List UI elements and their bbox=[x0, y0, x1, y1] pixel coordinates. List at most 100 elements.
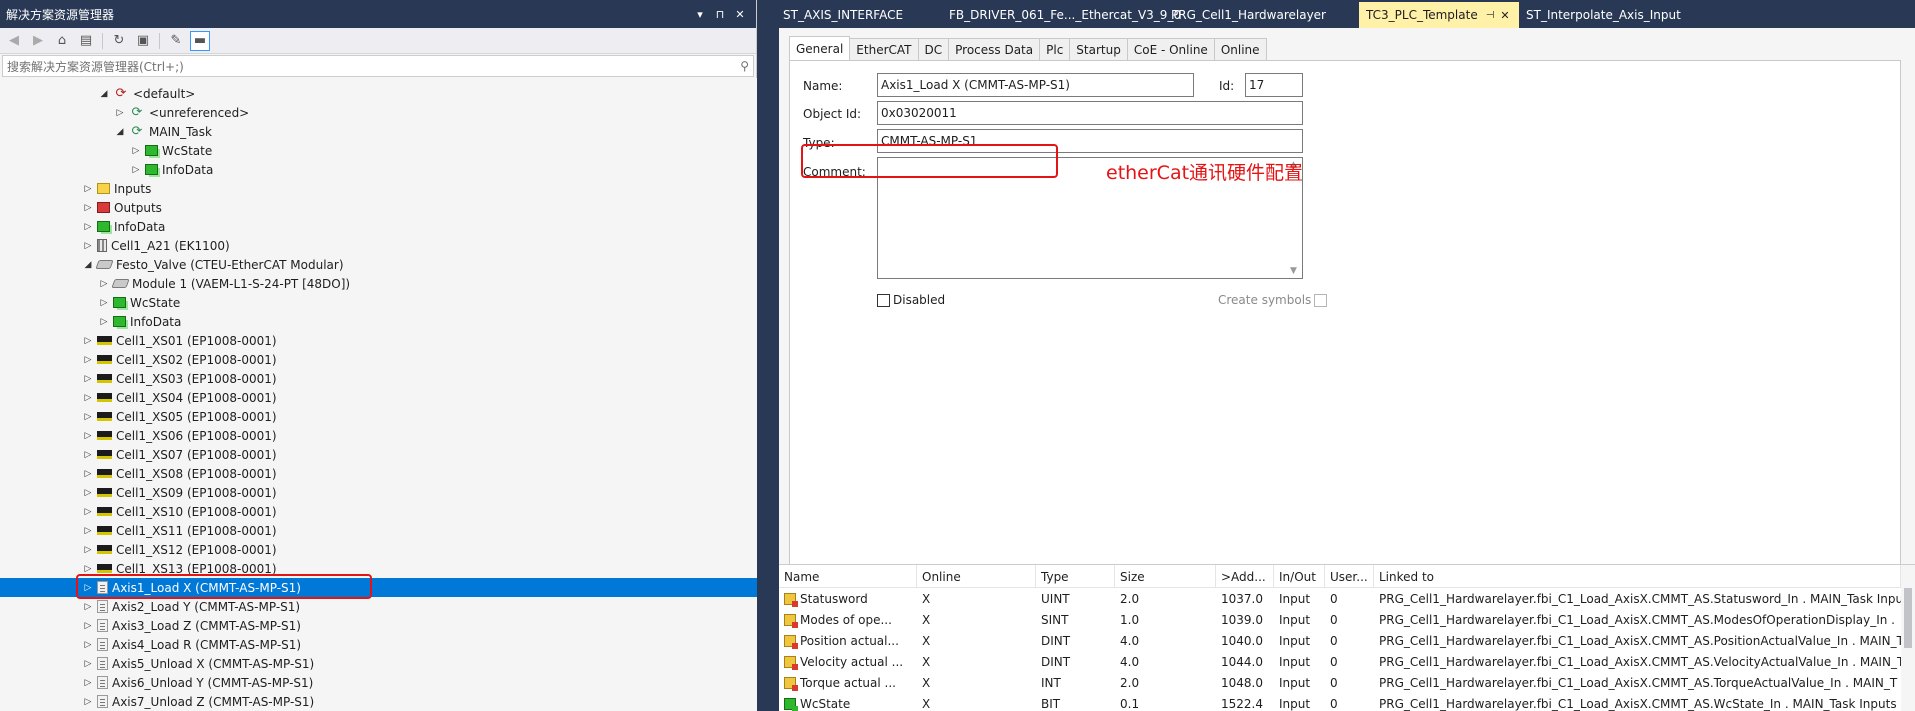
expand-arrow-icon[interactable]: ▷ bbox=[81, 336, 95, 346]
search-icon[interactable]: ⚲ bbox=[740, 59, 749, 73]
expand-arrow-icon[interactable]: ▷ bbox=[81, 241, 95, 251]
tree-item[interactable]: ▷ Outputs bbox=[81, 198, 162, 217]
expand-arrow-icon[interactable]: ▷ bbox=[97, 298, 111, 308]
tree-item[interactable]: ▷ Axis1_Load X (CMMT-AS-MP-S1) bbox=[0, 578, 757, 597]
tree-item[interactable]: ▷ Cell1_XS06 (EP1008-0001) bbox=[81, 426, 277, 445]
grid-column-header[interactable]: User... bbox=[1325, 565, 1374, 588]
solution-search-box[interactable]: 搜索解决方案资源管理器(Ctrl+;) ⚲ bbox=[2, 55, 754, 77]
tree-item[interactable]: ▷ Axis5_Unload X (CMMT-AS-MP-S1) bbox=[81, 654, 315, 673]
document-tab[interactable]: ST_AXIS_INTERFACE bbox=[776, 2, 942, 28]
expand-arrow-icon[interactable]: ▷ bbox=[81, 355, 95, 365]
tree-item[interactable]: ▷ Axis2_Load Y (CMMT-AS-MP-S1) bbox=[81, 597, 301, 616]
expand-arrow-icon[interactable]: ▷ bbox=[81, 393, 95, 403]
expand-arrow-icon[interactable]: ▷ bbox=[129, 146, 143, 156]
grid-column-header[interactable]: Size bbox=[1115, 565, 1216, 588]
scrollbar-thumb[interactable] bbox=[1904, 588, 1912, 648]
tree-item[interactable]: ▷ InfoData bbox=[129, 160, 214, 179]
close-icon[interactable]: ✕ bbox=[730, 8, 750, 21]
tree-item[interactable]: ▷ Axis7_Unload Z (CMMT-AS-MP-S1) bbox=[81, 692, 315, 711]
back-icon[interactable]: ◀ bbox=[4, 31, 24, 51]
object-id-field[interactable]: 0x03020011 bbox=[877, 101, 1303, 125]
document-tab[interactable]: TC3_PLC_Template ⊣ ✕ bbox=[1359, 2, 1519, 28]
collapse-arrow-icon[interactable]: ◢ bbox=[97, 89, 111, 99]
expand-arrow-icon[interactable]: ▷ bbox=[81, 526, 95, 536]
expand-arrow-icon[interactable]: ▷ bbox=[81, 583, 95, 593]
collapse-arrow-icon[interactable]: ◢ bbox=[113, 127, 127, 137]
expand-arrow-icon[interactable]: ▷ bbox=[81, 450, 95, 460]
grid-row[interactable]: Torque actual ... X INT 2.0 1048.0 Input 0 PRG_… bbox=[779, 672, 1915, 693]
grid-column-header[interactable]: Type bbox=[1036, 565, 1115, 588]
tree-item[interactable]: ▷ WcState bbox=[97, 293, 181, 312]
tree-item[interactable]: ▷ Module 1 (VAEM-L1-S-24-PT [48DO]) bbox=[97, 274, 351, 293]
expand-arrow-icon[interactable]: ▷ bbox=[81, 184, 95, 194]
property-tab[interactable]: Process Data bbox=[948, 38, 1041, 60]
tree-item[interactable]: ▷ ⟳ <unreferenced> bbox=[113, 103, 250, 122]
tree-item[interactable]: ▷ Cell1_XS08 (EP1008-0001) bbox=[81, 464, 277, 483]
grid-row[interactable]: WcState X BIT 0.1 1522.4 Input 0 PRG_Cell1_Hard… bbox=[779, 693, 1915, 711]
expand-arrow-icon[interactable]: ▷ bbox=[81, 374, 95, 384]
grid-row[interactable]: Position actual... X DINT 4.0 1040.0 Input 0 PR… bbox=[779, 630, 1915, 651]
pending-changes-icon[interactable]: ↻ bbox=[109, 31, 129, 51]
type-field[interactable]: CMMT-AS-MP-S1 bbox=[877, 129, 1303, 153]
checkbox-box[interactable] bbox=[877, 293, 890, 307]
expand-arrow-icon[interactable]: ▷ bbox=[81, 488, 95, 498]
tree-item[interactable]: ▷ Inputs bbox=[81, 179, 152, 198]
grid-column-header[interactable]: Linked to bbox=[1374, 565, 1901, 588]
scroll-down-icon[interactable]: ▼ bbox=[1290, 266, 1297, 276]
pin-icon[interactable]: ⊓ bbox=[710, 8, 730, 21]
expand-arrow-icon[interactable]: ▷ bbox=[81, 431, 95, 441]
grid-column-header[interactable]: Online bbox=[917, 565, 1036, 588]
expand-arrow-icon[interactable]: ▷ bbox=[81, 507, 95, 517]
grid-row[interactable]: Modes of ope... X SINT 1.0 1039.0 Input 0 PRG_C… bbox=[779, 609, 1915, 630]
checkbox-box[interactable] bbox=[1314, 293, 1328, 307]
disabled-checkbox[interactable]: Disabled bbox=[877, 293, 945, 307]
tree-item[interactable]: ▷ WcState bbox=[129, 141, 213, 160]
tree-item[interactable]: ◢ ⟳ MAIN_Task bbox=[113, 122, 212, 141]
expand-arrow-icon[interactable]: ▷ bbox=[97, 279, 111, 289]
expand-arrow-icon[interactable]: ▷ bbox=[81, 678, 95, 688]
name-field[interactable]: Axis1_Load X (CMMT-AS-MP-S1) bbox=[877, 73, 1194, 97]
property-tab[interactable]: Startup bbox=[1069, 38, 1128, 60]
tree-item[interactable]: ▷ Cell1_XS09 (EP1008-0001) bbox=[81, 483, 277, 502]
expand-arrow-icon[interactable]: ▷ bbox=[81, 564, 95, 574]
tree-item[interactable]: ▷ Cell1_XS02 (EP1008-0001) bbox=[81, 350, 277, 369]
grid-column-header[interactable]: In/Out bbox=[1274, 565, 1325, 588]
window-position-dropdown-icon[interactable]: ▾ bbox=[690, 8, 710, 21]
tree-item[interactable]: ◢ Festo_Valve (CTEU-EtherCAT Modular) bbox=[81, 255, 344, 274]
tree-item[interactable]: ▷ InfoData bbox=[97, 312, 182, 331]
grid-row[interactable]: Velocity actual ... X DINT 4.0 1044.0 Input 0 P… bbox=[779, 651, 1915, 672]
grid-row[interactable]: Statusword X UINT 2.0 1037.0 Input 0 PRG_Cell1_… bbox=[779, 588, 1915, 609]
property-tab[interactable]: DC bbox=[917, 38, 950, 60]
grid-column-header[interactable]: >Add... bbox=[1216, 565, 1274, 588]
switch-views-icon[interactable]: ▤ bbox=[76, 31, 96, 51]
expand-arrow-icon[interactable]: ▷ bbox=[81, 469, 95, 479]
tree-item[interactable]: ▷ Cell1_XS11 (EP1008-0001) bbox=[81, 521, 277, 540]
tree-item[interactable]: ▷ Cell1_XS12 (EP1008-0001) bbox=[81, 540, 277, 559]
search-input[interactable]: 搜索解决方案资源管理器(Ctrl+;) bbox=[7, 58, 740, 75]
properties-wrench-icon[interactable]: ✎ bbox=[166, 31, 186, 51]
expand-arrow-icon[interactable]: ▷ bbox=[81, 640, 95, 650]
forward-icon[interactable]: ▶ bbox=[28, 31, 48, 51]
document-tab[interactable]: ST_Interpolate_Axis_Input bbox=[1519, 2, 1681, 28]
tree-item[interactable]: ▷ Cell1_XS13 (EP1008-0001) bbox=[81, 559, 277, 578]
expand-arrow-icon[interactable]: ▷ bbox=[81, 203, 95, 213]
tree-item[interactable]: ▷ Axis4_Load R (CMMT-AS-MP-S1) bbox=[81, 635, 302, 654]
collapse-arrow-icon[interactable]: ◢ bbox=[81, 260, 95, 270]
preview-selected-icon[interactable]: ▬ bbox=[190, 30, 210, 51]
property-tab[interactable]: Plc bbox=[1039, 38, 1071, 60]
tree-item[interactable]: ▷ InfoData bbox=[81, 217, 166, 236]
expand-arrow-icon[interactable]: ▷ bbox=[81, 621, 95, 631]
grid-column-header[interactable]: Name bbox=[779, 565, 917, 588]
tree-item[interactable]: ▷ Cell1_A21 (EK1100) bbox=[81, 236, 230, 255]
grid-scrollbar[interactable] bbox=[1901, 565, 1915, 711]
expand-arrow-icon[interactable]: ▷ bbox=[81, 697, 95, 707]
expand-arrow-icon[interactable]: ▷ bbox=[81, 659, 95, 669]
tree-item[interactable]: ▷ Cell1_XS07 (EP1008-0001) bbox=[81, 445, 277, 464]
expand-arrow-icon[interactable]: ▷ bbox=[81, 602, 95, 612]
expand-arrow-icon[interactable]: ▷ bbox=[81, 412, 95, 422]
tree-item[interactable]: ▷ Cell1_XS05 (EP1008-0001) bbox=[81, 407, 277, 426]
property-tab[interactable]: CoE - Online bbox=[1126, 38, 1215, 60]
expand-arrow-icon[interactable]: ▷ bbox=[129, 165, 143, 175]
property-tab[interactable]: EtherCAT bbox=[849, 38, 919, 60]
document-tab[interactable]: PRG_Cell1_Hardwarelayer bbox=[1164, 2, 1359, 28]
